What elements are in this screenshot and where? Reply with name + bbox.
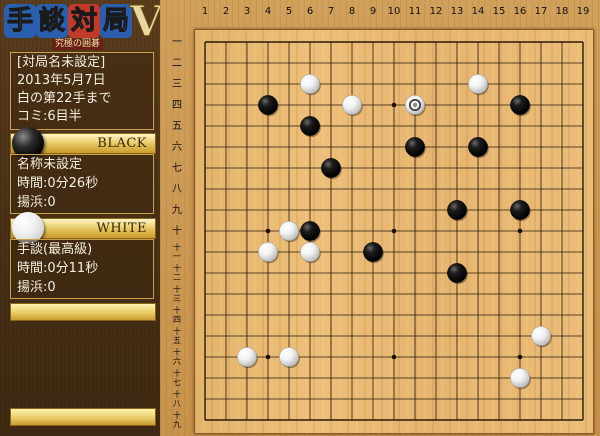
black-stone[interactable]: [300, 116, 320, 136]
white-stone[interactable]: [342, 95, 362, 115]
black-stone[interactable]: [363, 242, 383, 262]
white-stone[interactable]: [468, 74, 488, 94]
star-point: [517, 354, 523, 360]
white-stone[interactable]: [531, 326, 551, 346]
black-stone[interactable]: [447, 263, 467, 283]
star-point: [517, 228, 523, 234]
last-move-marker-dot: [412, 102, 418, 108]
star-point: [265, 354, 271, 360]
black-stone[interactable]: [447, 200, 467, 220]
black-stone[interactable]: [258, 95, 278, 115]
white-stone[interactable]: [279, 347, 299, 367]
black-stone[interactable]: [321, 158, 341, 178]
white-stone[interactable]: [258, 242, 278, 262]
star-point: [391, 102, 397, 108]
black-stone[interactable]: [468, 137, 488, 157]
go-board-grid[interactable]: [0, 0, 600, 436]
white-stone[interactable]: [237, 347, 257, 367]
black-stone[interactable]: [300, 221, 320, 241]
white-stone[interactable]: [300, 242, 320, 262]
star-point: [391, 354, 397, 360]
white-stone[interactable]: [279, 221, 299, 241]
black-stone[interactable]: [405, 137, 425, 157]
star-point: [391, 228, 397, 234]
star-point: [265, 228, 271, 234]
white-stone[interactable]: [300, 74, 320, 94]
white-stone[interactable]: [510, 368, 530, 388]
black-stone[interactable]: [510, 95, 530, 115]
black-stone[interactable]: [510, 200, 530, 220]
